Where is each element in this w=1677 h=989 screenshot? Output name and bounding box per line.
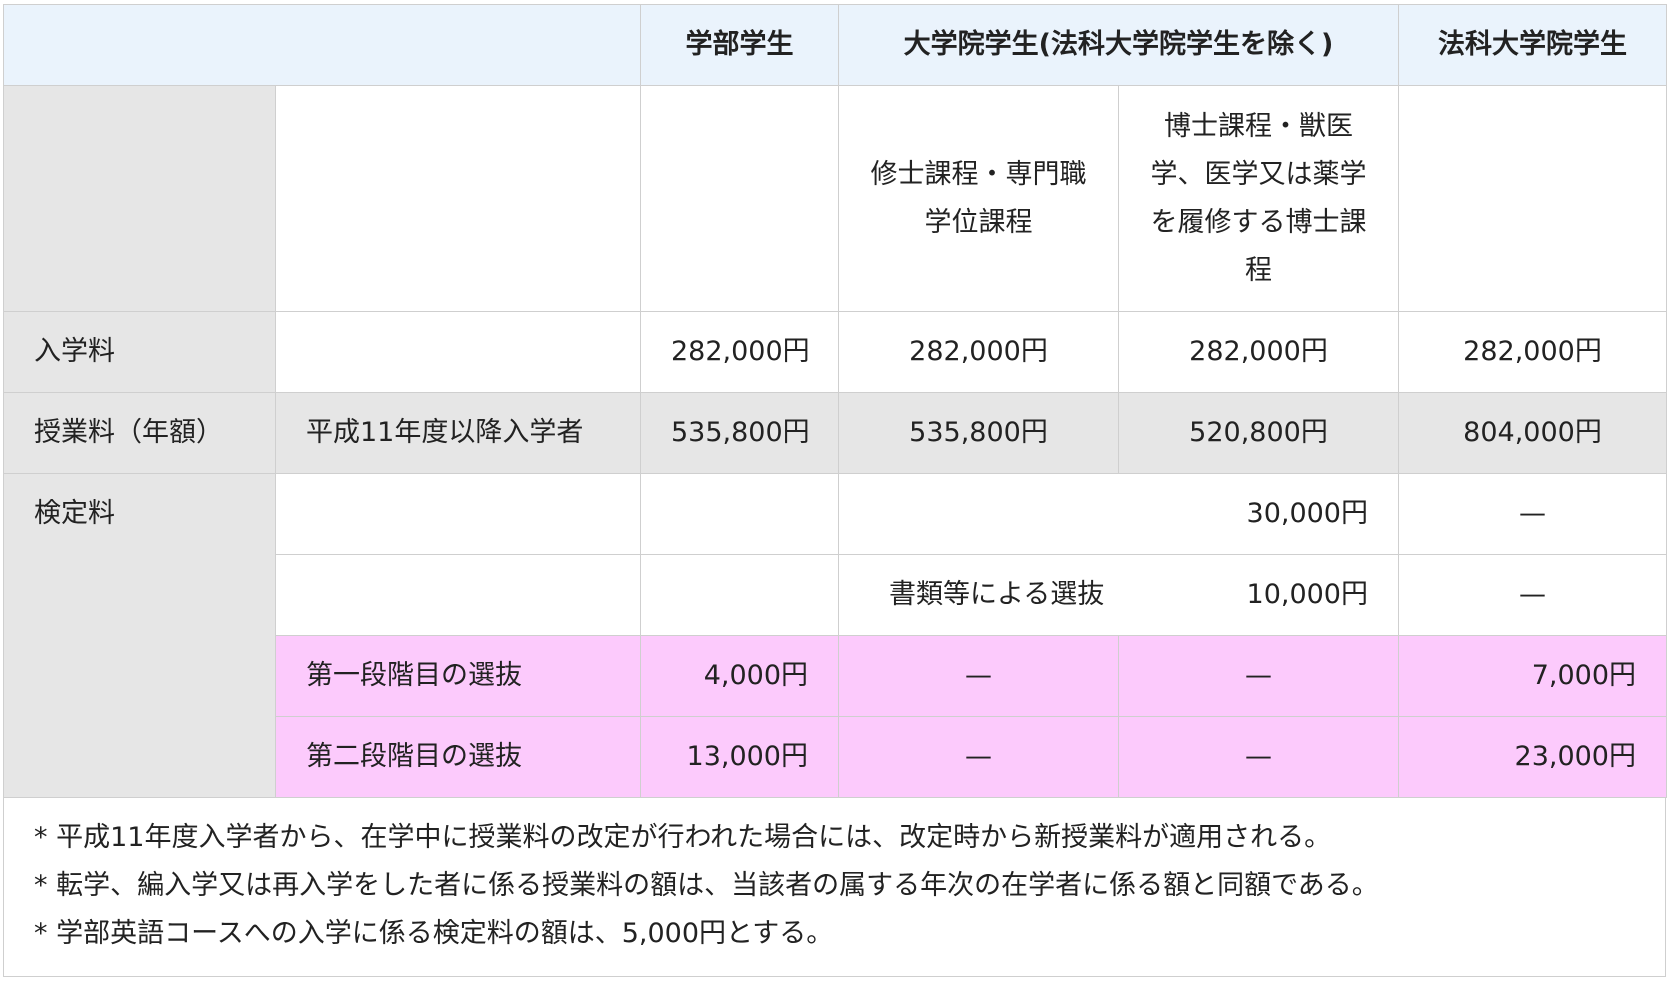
header-undergrad: 学部学生: [640, 4, 839, 86]
admission-undergrad: 282,000円: [640, 311, 839, 393]
tuition-row: 授業料（年額） 平成11年度以降入学者 535,800円 535,800円 52…: [3, 392, 1667, 474]
exam-row2-undergrad-empty: [640, 554, 839, 636]
exam-row2-sub-empty: [275, 554, 641, 636]
admission-label: 入学料: [3, 311, 276, 393]
note-2: * 転学、編入学又は再入学をした者に係る授業料の額は、当該者の属する年次の在学者…: [34, 870, 1379, 901]
tuition-doctoral: 520,800円: [1118, 392, 1399, 474]
admission-law: 282,000円: [1398, 311, 1667, 393]
header-grad: 大学院学生(法科大学院学生を除く): [838, 4, 1399, 86]
exam-row4-sub: 第二段階目の選抜: [275, 716, 641, 798]
admission-sub-empty: [275, 311, 641, 393]
fee-table-container: 学部学生 大学院学生(法科大学院学生を除く) 法科大学院学生 修士課程・専門職学…: [3, 4, 1667, 977]
tuition-label: 授業料（年額）: [3, 392, 276, 474]
admission-row: 入学料 282,000円 282,000円 282,000円 282,000円: [3, 311, 1667, 393]
exam-row2-grad-cell: 書類等による選抜 10,000円: [838, 554, 1399, 636]
admission-masters: 282,000円: [838, 311, 1119, 393]
tuition-undergrad: 535,800円: [640, 392, 839, 474]
tuition-masters: 535,800円: [838, 392, 1119, 474]
note-3: * 学部英語コースへの入学に係る検定料の額は、5,000円とする。: [34, 918, 834, 949]
exam-label: 検定料: [3, 473, 276, 798]
notes-section: * 平成11年度入学者から、在学中に授業料の改定が行われた場合には、改定時から新…: [3, 798, 1666, 977]
exam-row2-law: —: [1398, 554, 1667, 636]
exam-row2-grad: 10,000円: [1246, 579, 1368, 610]
tuition-law: 804,000円: [1398, 392, 1667, 474]
header-law: 法科大学院学生: [1398, 4, 1667, 86]
exam-row3-masters: —: [838, 635, 1119, 717]
exam-row4-doctoral: —: [1118, 716, 1399, 798]
subheader-doctoral: 博士課程・獣医学、医学又は薬学を履修する博士課程: [1118, 85, 1399, 312]
fee-table: 学部学生 大学院学生(法科大学院学生を除く) 法科大学院学生 修士課程・専門職学…: [3, 4, 1667, 798]
subheader-gray-cell: [3, 85, 276, 312]
subheader-masters: 修士課程・専門職学位課程: [838, 85, 1119, 312]
header-row: 学部学生 大学院学生(法科大学院学生を除く) 法科大学院学生: [3, 4, 1667, 86]
exam-row3-doctoral: —: [1118, 635, 1399, 717]
exam-row1-grad: 30,000円: [838, 473, 1399, 555]
exam-row1-law: —: [1398, 473, 1667, 555]
subheader-empty-cell: [275, 85, 641, 312]
exam-row4-masters: —: [838, 716, 1119, 798]
exam-row3-sub: 第一段階目の選抜: [275, 635, 641, 717]
exam-row1-sub-empty: [275, 473, 641, 555]
exam-row3-undergrad: 4,000円: [640, 635, 839, 717]
subheader-row: 修士課程・専門職学位課程 博士課程・獣医学、医学又は薬学を履修する博士課程: [3, 85, 1667, 312]
exam-row4-law: 23,000円: [1398, 716, 1667, 798]
exam-row3-law: 7,000円: [1398, 635, 1667, 717]
subheader-law-empty: [1398, 85, 1667, 312]
exam-row2-grad-sub: 書類等による選抜: [889, 579, 1105, 610]
note-1: * 平成11年度入学者から、在学中に授業料の改定が行われた場合には、改定時から新…: [34, 822, 1332, 853]
tuition-sub: 平成11年度以降入学者: [275, 392, 641, 474]
exam-row4-undergrad: 13,000円: [640, 716, 839, 798]
header-empty-cell: [3, 4, 641, 86]
admission-doctoral: 282,000円: [1118, 311, 1399, 393]
exam-row-1: 検定料 30,000円 —: [3, 473, 1667, 798]
subheader-undergrad-empty: [640, 85, 839, 312]
exam-row1-undergrad-empty: [640, 473, 839, 555]
